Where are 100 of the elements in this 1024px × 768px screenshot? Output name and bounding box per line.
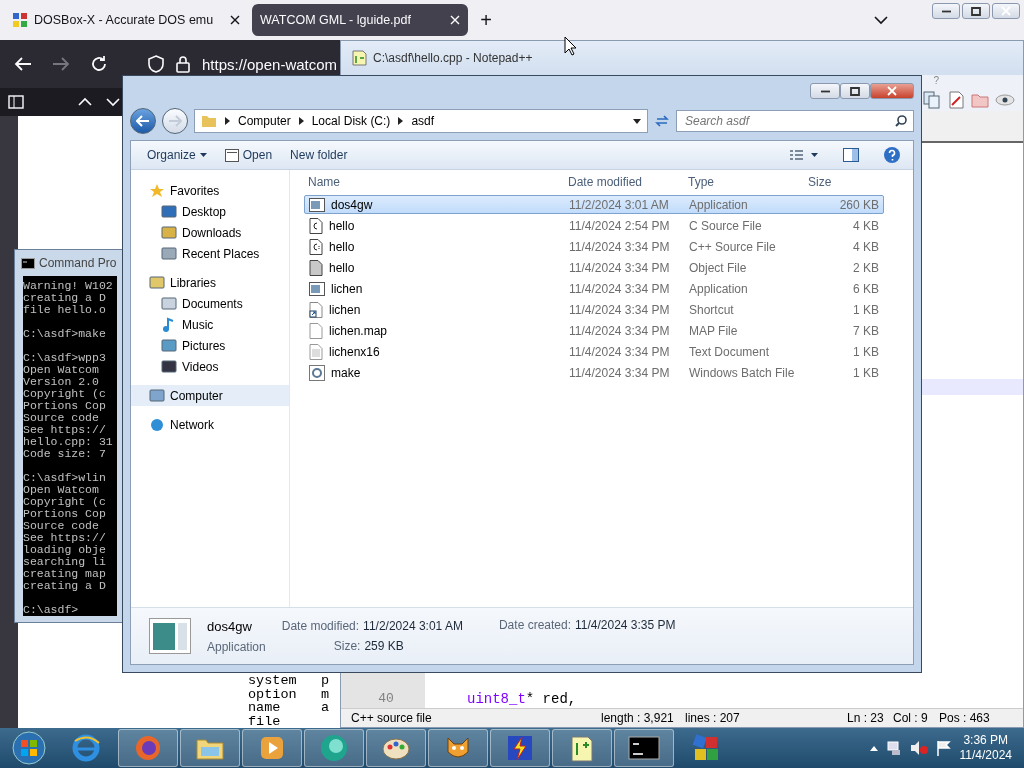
nav-item[interactable]: Music bbox=[131, 314, 289, 335]
network-icon[interactable] bbox=[885, 740, 902, 756]
refresh-icon[interactable] bbox=[654, 113, 670, 129]
column-header[interactable]: Date modified bbox=[568, 175, 688, 189]
type-cell-text: Object File bbox=[689, 260, 748, 275]
console-line: creating a D bbox=[23, 580, 107, 592]
status-text: C++ source file bbox=[351, 711, 433, 725]
nav-item[interactable]: Videos bbox=[131, 356, 289, 377]
nav-item[interactable]: Recent Places bbox=[131, 243, 289, 264]
file-row[interactable]: lichenx16 11/4/2024 3:34 PM Text Document 1 KB bbox=[304, 342, 884, 361]
close-icon bbox=[887, 86, 897, 96]
flag-icon[interactable] bbox=[935, 740, 952, 756]
toolbar-button[interactable]: New folder bbox=[286, 146, 352, 164]
file-row[interactable]: lichen.map 11/4/2024 3:34 PM MAP File 7 KB bbox=[304, 321, 884, 340]
pdf-text-line: name a bbox=[248, 701, 329, 715]
browser-tab[interactable]: WATCOM GML - lguide.pdf bbox=[252, 4, 468, 36]
view-list-icon[interactable] bbox=[789, 149, 819, 161]
taskbar-app-button[interactable] bbox=[242, 729, 302, 767]
column-header[interactable]: Size bbox=[808, 175, 878, 189]
file-row[interactable]: lichen 11/4/2024 3:34 PM Shortcut 1 KB bbox=[304, 300, 884, 319]
chevron-right-icon bbox=[298, 117, 304, 125]
column-header[interactable]: Type bbox=[688, 175, 808, 189]
preview-pane-icon[interactable] bbox=[843, 148, 859, 162]
console-line: Source code bbox=[23, 520, 100, 532]
taskbar-app-button[interactable] bbox=[552, 729, 612, 767]
breadcrumb-item[interactable]: Local Disk (C:) bbox=[311, 114, 391, 128]
pdf-text-line: file bbox=[248, 714, 281, 728]
size-cell-text: 2 KB bbox=[852, 260, 879, 275]
application-icon bbox=[309, 197, 325, 212]
status-text: Col : 9 bbox=[893, 711, 929, 725]
file-name: lichenx16 bbox=[329, 344, 380, 359]
nav-item[interactable]: Documents bbox=[131, 293, 289, 314]
forward-arrow-icon[interactable] bbox=[52, 56, 70, 72]
nav-item[interactable]: Downloads bbox=[131, 222, 289, 243]
maximize-button[interactable] bbox=[840, 83, 870, 99]
nav-item[interactable]: Network bbox=[131, 414, 289, 435]
caret-up-icon[interactable] bbox=[869, 745, 878, 751]
search-field[interactable]: Search asdf bbox=[676, 110, 914, 132]
maximize-button[interactable] bbox=[962, 3, 990, 19]
file-row[interactable]: make 11/4/2024 3:34 PM Windows Batch File 1 KB bbox=[304, 363, 884, 382]
close-icon[interactable] bbox=[230, 15, 240, 25]
close-icon bbox=[1001, 6, 1011, 16]
file-row[interactable]: dos4gw 11/2/2024 3:01 AM Application 260 KB bbox=[304, 195, 884, 214]
breadcrumb-item[interactable]: asdf bbox=[411, 114, 435, 128]
status-text: Pos : 463 bbox=[939, 711, 990, 725]
search-input[interactable]: Search asdf bbox=[683, 113, 895, 129]
console-line: Portions Cop bbox=[23, 400, 107, 412]
size-cell-text: 6 KB bbox=[852, 281, 879, 296]
status-text: length : 3,921 bbox=[601, 711, 675, 725]
copy-icon[interactable] bbox=[923, 91, 941, 109]
terminal-icon bbox=[21, 257, 35, 269]
close-button[interactable] bbox=[870, 83, 914, 99]
breadcrumb-item[interactable]: Computer bbox=[238, 114, 291, 128]
file-row[interactable]: hello 11/4/2024 3:34 PM Object File 2 KB bbox=[304, 258, 884, 277]
size-cell-text: 4 KB bbox=[852, 218, 879, 233]
help-icon[interactable] bbox=[883, 146, 901, 164]
speaker-muted-icon[interactable] bbox=[909, 740, 928, 756]
file-row[interactable]: lichen 11/4/2024 3:34 PM Application 6 KB bbox=[304, 279, 884, 298]
address-bar[interactable]: Computer Local Disk (C:) asdf bbox=[194, 109, 648, 133]
nav-item[interactable]: Libraries bbox=[131, 272, 289, 293]
type-cell-text: Application bbox=[689, 197, 749, 212]
url-text[interactable]: https://open-watcom bbox=[202, 55, 338, 73]
column-header[interactable]: Name bbox=[308, 175, 568, 189]
minimize-icon bbox=[941, 9, 951, 13]
browser-tab[interactable]: DOSBox-X - Accurate DOS emu bbox=[4, 4, 248, 36]
console-line: Source code bbox=[23, 412, 100, 424]
nav-item[interactable]: Favorites bbox=[131, 180, 289, 201]
eye-icon[interactable] bbox=[995, 93, 1015, 107]
nav-item[interactable]: Computer bbox=[131, 385, 289, 406]
type-cell-text: Windows Batch File bbox=[689, 365, 796, 380]
dropdown-caret-icon[interactable] bbox=[633, 118, 641, 124]
sidebar-icon[interactable] bbox=[8, 95, 24, 109]
clock[interactable]: 3:36 PM 11/4/2024 bbox=[959, 733, 1012, 763]
back-button[interactable] bbox=[130, 108, 156, 134]
date-cell-text: 11/4/2024 3:34 PM bbox=[569, 281, 671, 296]
document-icon[interactable] bbox=[947, 91, 965, 109]
application-icon bbox=[149, 618, 191, 654]
console-line: See https:// bbox=[23, 532, 107, 544]
toolbar-button[interactable]: Organize bbox=[143, 146, 211, 164]
console-line: Copyright (c bbox=[23, 388, 107, 400]
back-arrow-icon[interactable] bbox=[14, 56, 32, 72]
nav-item[interactable]: Desktop bbox=[131, 201, 289, 222]
reload-icon[interactable] bbox=[90, 55, 108, 73]
new-tab-button[interactable]: + bbox=[472, 6, 500, 34]
file-row[interactable]: hello 11/4/2024 2:54 PM C Source File 4 KB bbox=[304, 216, 884, 235]
console-line: file hello.o bbox=[23, 304, 107, 316]
nav-item[interactable]: Pictures bbox=[131, 335, 289, 356]
forward-button[interactable] bbox=[162, 108, 188, 134]
taskbar-app-button[interactable] bbox=[614, 729, 674, 767]
chevron-down-icon[interactable] bbox=[874, 15, 888, 25]
console-line: creating map bbox=[23, 568, 107, 580]
file-type: Application bbox=[207, 639, 266, 654]
date-cell-text: 11/4/2024 3:34 PM bbox=[569, 260, 671, 275]
chevron-up-icon[interactable] bbox=[78, 97, 92, 107]
console-line: Copyright (c bbox=[23, 496, 107, 508]
file-name: lichen bbox=[329, 302, 361, 317]
toolbar-button[interactable]: Open bbox=[220, 146, 277, 164]
file-row[interactable]: hello 11/4/2024 3:34 PM C++ Source File 4 KB bbox=[304, 237, 884, 256]
back-arrow-icon bbox=[136, 115, 150, 127]
pdf-text-line: option m bbox=[248, 687, 329, 701]
